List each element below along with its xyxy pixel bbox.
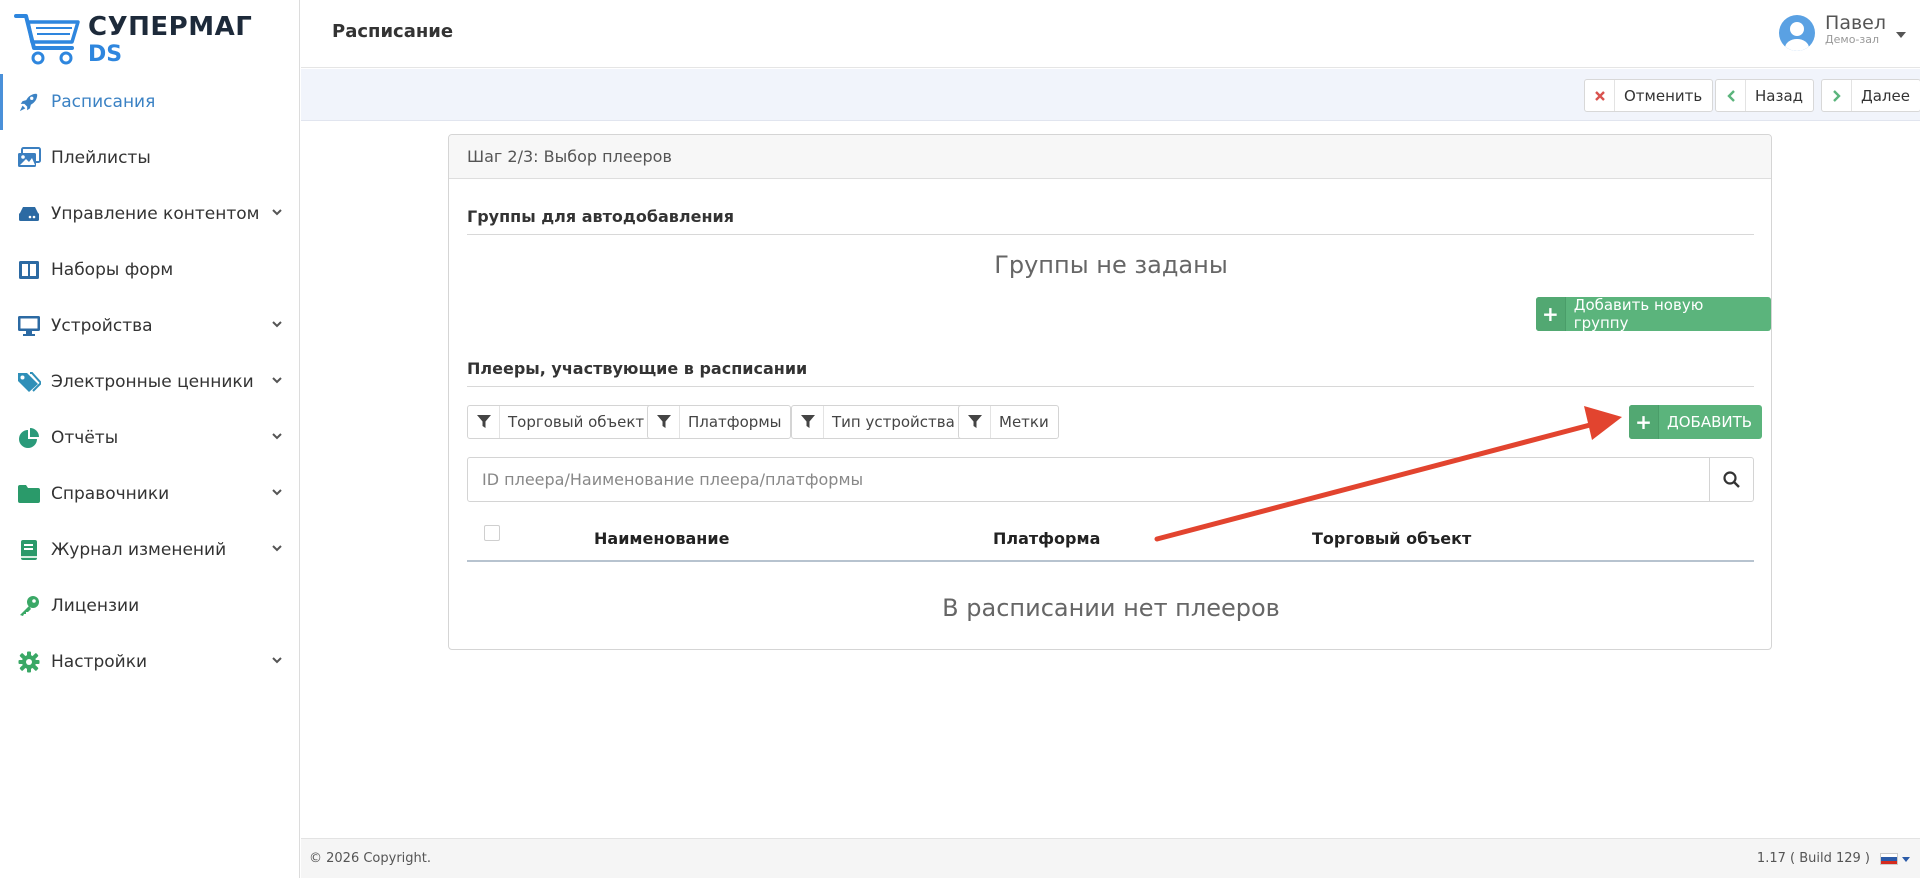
- chevron-down-icon[interactable]: [270, 653, 284, 667]
- search-icon: [1723, 471, 1740, 488]
- sidebar-nav: Расписания Плейлисты Управление контенто…: [0, 74, 300, 690]
- sidebar-item-settings[interactable]: Настройки: [0, 634, 300, 690]
- filter-platforms-button[interactable]: Платформы: [647, 405, 792, 439]
- columns-icon: [16, 257, 42, 283]
- user-menu[interactable]: Павел Демо-зал: [1779, 12, 1906, 56]
- filter-icon: [792, 406, 824, 438]
- rocket-icon: [16, 89, 42, 115]
- key-icon: [16, 593, 42, 619]
- wizard-card: Шаг 2/3: Выбор плееров Группы для автодо…: [448, 134, 1772, 650]
- chevron-down-icon[interactable]: [270, 485, 284, 499]
- top-header: Расписание Павел Демо-зал: [301, 0, 1920, 68]
- sidebar-item-label: Наборы форм: [51, 260, 174, 280]
- cancel-button[interactable]: Отменить: [1584, 79, 1714, 112]
- sidebar-item-label: Настройки: [51, 652, 148, 672]
- sidebar-item-label: Справочники: [51, 484, 170, 504]
- add-group-button[interactable]: + Добавить новую группу: [1536, 296, 1771, 332]
- sidebar-item-reports[interactable]: Отчёты: [0, 410, 300, 466]
- select-all-checkbox[interactable]: [484, 525, 500, 541]
- gear-icon: [16, 649, 42, 675]
- chevron-right-icon: [1822, 80, 1852, 111]
- folder-icon: [16, 481, 42, 507]
- sidebar-item-licenses[interactable]: Лицензии: [0, 578, 300, 634]
- sidebar-item-content[interactable]: Управление контентом: [0, 186, 300, 242]
- player-search: [467, 457, 1754, 502]
- back-button[interactable]: Назад: [1715, 79, 1815, 112]
- divider: [467, 386, 1754, 387]
- sidebar: СУПЕРМАГ DS Расписания Плейлисты Управле…: [0, 0, 300, 878]
- search-button[interactable]: [1709, 458, 1753, 501]
- chevron-down-icon[interactable]: [270, 373, 284, 387]
- groups-section-title: Группы для автодобавления: [467, 207, 735, 226]
- sidebar-item-label: Плейлисты: [51, 148, 151, 168]
- players-table-header: Наименование Платформа Торговый объект: [467, 519, 1754, 562]
- sidebar-item-label: Отчёты: [51, 428, 119, 448]
- column-store[interactable]: Торговый объект: [1312, 529, 1471, 548]
- drive-icon: [16, 201, 42, 227]
- plus-icon: +: [1629, 405, 1659, 439]
- sidebar-item-label: Расписания: [51, 92, 156, 112]
- chevron-left-icon: [1716, 80, 1746, 111]
- column-name[interactable]: Наименование: [594, 529, 729, 548]
- players-empty-message: В расписании нет плееров: [942, 594, 1280, 622]
- images-icon: [16, 145, 42, 171]
- plus-icon: +: [1536, 297, 1566, 331]
- user-name: Павел: [1825, 12, 1886, 34]
- filter-icon: [468, 406, 500, 438]
- monitor-icon: [16, 313, 42, 339]
- sidebar-item-label: Журнал изменений: [51, 540, 227, 560]
- add-player-button[interactable]: + ДОБАВИТЬ: [1629, 405, 1763, 439]
- user-location: Демо-зал: [1825, 33, 1880, 46]
- cart-logo-icon: [14, 14, 80, 65]
- column-platform[interactable]: Платформа: [993, 529, 1100, 548]
- sidebar-item-label: Электронные ценники: [51, 372, 254, 392]
- step-title: Шаг 2/3: Выбор плееров: [449, 135, 1771, 179]
- chevron-down-icon[interactable]: [270, 317, 284, 331]
- copyright: © 2026 Copyright.: [309, 851, 432, 866]
- sidebar-item-label: Устройства: [51, 316, 153, 336]
- brand-logo[interactable]: СУПЕРМАГ DS: [14, 10, 252, 68]
- pie-chart-icon: [16, 425, 42, 451]
- chevron-down-icon[interactable]: [270, 541, 284, 555]
- action-bar: Отменить Назад Далее: [301, 69, 1920, 121]
- brand-sub: DS: [88, 42, 123, 67]
- filter-device-type-button[interactable]: Тип устройства: [791, 405, 965, 439]
- sidebar-item-label: Лицензии: [51, 596, 140, 616]
- filter-icon: [648, 406, 680, 438]
- divider: [467, 234, 1754, 235]
- players-section-title: Плееры, участвующие в расписании: [467, 359, 808, 378]
- close-icon: [1585, 80, 1615, 111]
- chevron-down-icon[interactable]: [270, 205, 284, 219]
- sidebar-item-schedules[interactable]: Расписания: [0, 74, 300, 130]
- page-title: Расписание: [332, 21, 454, 42]
- sidebar-item-label: Управление контентом: [51, 204, 260, 224]
- sidebar-item-devices[interactable]: Устройства: [0, 298, 300, 354]
- caret-down-icon[interactable]: [1896, 32, 1906, 38]
- filter-icon: [959, 406, 991, 438]
- footer: © 2026 Copyright. 1.17 ( Build 129 ): [301, 838, 1920, 878]
- sidebar-item-playlists[interactable]: Плейлисты: [0, 130, 300, 186]
- search-input[interactable]: [468, 458, 1710, 501]
- next-button[interactable]: Далее: [1821, 79, 1920, 112]
- brand-name: СУПЕРМАГ: [88, 12, 253, 42]
- tags-icon: [16, 369, 42, 395]
- ru-flag-icon[interactable]: [1880, 853, 1898, 865]
- filter-store-button[interactable]: Торговый объект: [467, 405, 655, 439]
- sidebar-item-form-sets[interactable]: Наборы форм: [0, 242, 300, 298]
- groups-empty-message: Группы не заданы: [994, 251, 1228, 279]
- book-icon: [16, 537, 42, 563]
- sidebar-item-directories[interactable]: Справочники: [0, 466, 300, 522]
- sidebar-item-changelog[interactable]: Журнал изменений: [0, 522, 300, 578]
- caret-down-icon[interactable]: [1902, 857, 1910, 862]
- avatar: [1779, 15, 1816, 51]
- chevron-down-icon[interactable]: [270, 429, 284, 443]
- build-version: 1.17 ( Build 129 ): [1756, 851, 1870, 866]
- filter-tags-button[interactable]: Метки: [958, 405, 1059, 439]
- sidebar-item-price-tags[interactable]: Электронные ценники: [0, 354, 300, 410]
